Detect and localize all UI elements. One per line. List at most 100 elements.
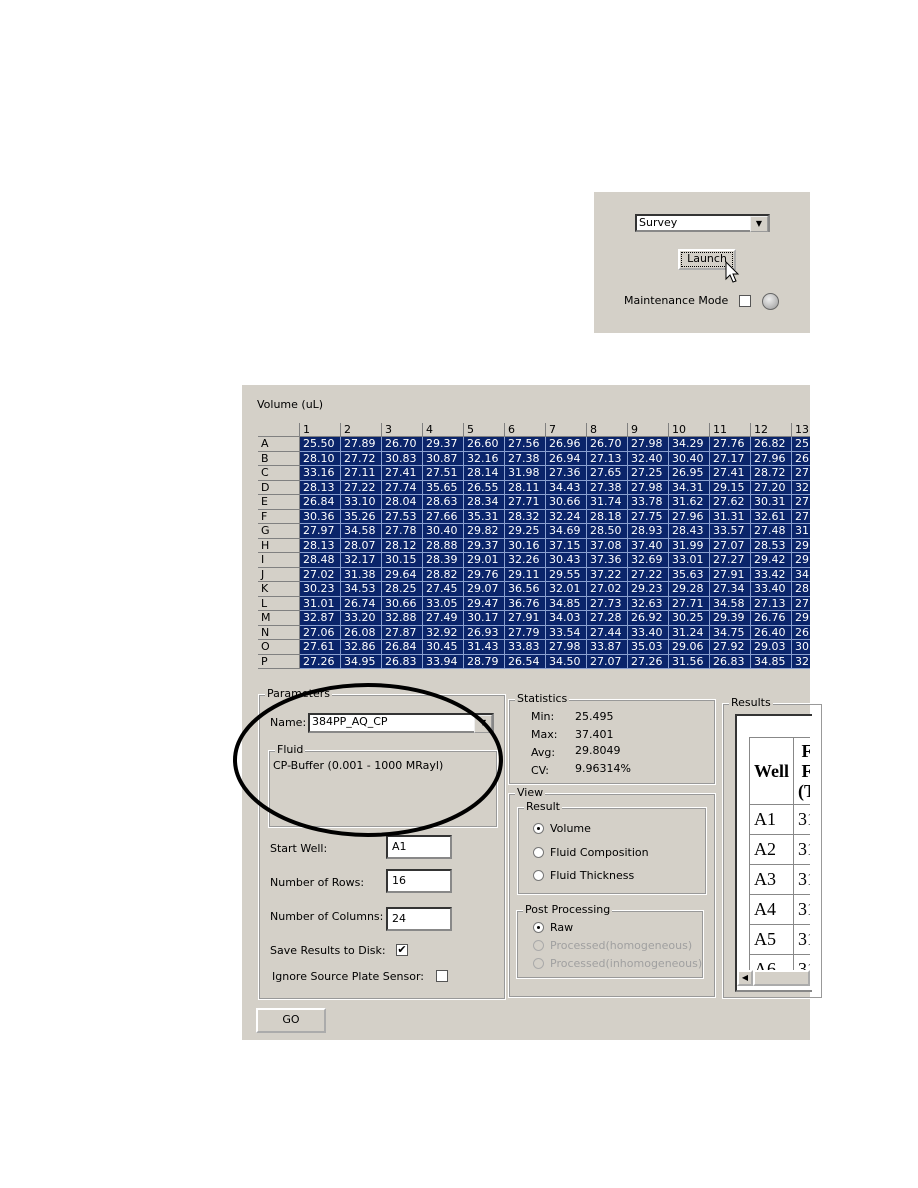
grid-cell[interactable]: 26 [792,451,810,466]
grid-cell[interactable]: 27.73 [587,596,628,611]
grid-cell[interactable]: 37.15 [546,538,587,553]
grid-cell[interactable]: 30.66 [382,596,423,611]
grid-cell[interactable]: 26.83 [382,654,423,669]
grid-cell[interactable]: 32 [792,480,810,495]
grid-cell[interactable]: 26.83 [710,654,751,669]
grid-cell[interactable]: 28.34 [464,495,505,510]
grid-cell[interactable]: 27.61 [300,640,341,655]
grid-cell[interactable]: 30.17 [464,611,505,626]
grid-cell[interactable]: 29.82 [464,524,505,539]
grid-cell[interactable]: 29 [792,553,810,568]
grid-cell[interactable]: 32.87 [300,611,341,626]
grid-cell[interactable]: 27.56 [505,437,546,452]
grid-cell[interactable]: 27.27 [710,553,751,568]
grid-cell[interactable]: 34.58 [710,596,751,611]
grid-cell[interactable]: 28.93 [628,524,669,539]
grid-cell[interactable]: 37.36 [587,553,628,568]
grid-cell[interactable]: 26.93 [464,625,505,640]
grid-cell[interactable]: 33.05 [423,596,464,611]
grid-cell[interactable]: 28.14 [464,466,505,481]
grid-cell[interactable]: 31.24 [669,625,710,640]
grid-cell[interactable]: 32.92 [423,625,464,640]
grid-cell[interactable]: 26.40 [751,625,792,640]
grid-cell[interactable]: 28.13 [300,480,341,495]
grid-cell[interactable]: 34.85 [751,654,792,669]
columns-input[interactable]: 24 [386,907,452,931]
radio-fluid-thickness[interactable] [533,870,544,881]
grid-cell[interactable]: 27.26 [300,654,341,669]
grid-cell[interactable]: 28.18 [587,509,628,524]
grid-cell[interactable]: 34.53 [341,582,382,597]
grid-cell[interactable]: 30.31 [751,495,792,510]
grid-cell[interactable]: 27.92 [710,640,751,655]
grid-cell[interactable]: 26.55 [464,480,505,495]
grid-cell[interactable]: 33.57 [710,524,751,539]
grid-cell[interactable]: 31.31 [710,509,751,524]
grid-cell[interactable]: 26.92 [628,611,669,626]
grid-cell[interactable]: 26.70 [382,437,423,452]
grid-cell[interactable]: 29.23 [628,582,669,597]
grid-cell[interactable]: 27.48 [751,524,792,539]
grid-cell[interactable]: 29.76 [464,567,505,582]
grid-cell[interactable]: 26.82 [751,437,792,452]
grid-cell[interactable]: 33.40 [751,582,792,597]
grid-cell[interactable]: 33.20 [341,611,382,626]
radio-fluid-composition[interactable] [533,847,544,858]
grid-cell[interactable]: 32.26 [505,553,546,568]
grid-cell[interactable]: 30.23 [300,582,341,597]
grid-cell[interactable]: 32.63 [628,596,669,611]
grid-cell[interactable]: 29.28 [669,582,710,597]
grid-cell[interactable]: 30.83 [382,451,423,466]
grid-cell[interactable]: 26.60 [464,437,505,452]
grid-cell[interactable]: 27.89 [341,437,382,452]
grid-cell[interactable]: 34.29 [669,437,710,452]
grid-cell[interactable]: 30.66 [546,495,587,510]
grid-cell[interactable]: 31.56 [669,654,710,669]
grid-cell[interactable]: 34.03 [546,611,587,626]
grid-cell[interactable]: 26.76 [751,611,792,626]
grid-cell[interactable]: 27.38 [505,451,546,466]
grid-cell[interactable]: 28.10 [300,451,341,466]
grid-cell[interactable]: 34.69 [546,524,587,539]
grid-cell[interactable]: 29.47 [464,596,505,611]
grid-cell[interactable]: 28.50 [587,524,628,539]
grid-cell[interactable]: 27.98 [628,480,669,495]
grid-cell[interactable]: 30.15 [382,553,423,568]
grid-cell[interactable]: 30 [792,640,810,655]
grid-cell[interactable]: 28.11 [505,480,546,495]
grid-cell[interactable]: 31.62 [669,495,710,510]
grid-cell[interactable]: 27.45 [423,582,464,597]
grid-cell[interactable]: 27.91 [505,611,546,626]
grid-cell[interactable]: 30.45 [423,640,464,655]
maintenance-mode-checkbox[interactable] [739,295,751,307]
grid-cell[interactable]: 28.32 [505,509,546,524]
grid-cell[interactable]: 28.12 [382,538,423,553]
grid-cell[interactable]: 28.07 [341,538,382,553]
grid-cell[interactable]: 32.69 [628,553,669,568]
grid-cell[interactable]: 29 [792,538,810,553]
grid-cell[interactable]: 29.07 [464,582,505,597]
grid-cell[interactable]: 32.61 [751,509,792,524]
go-button[interactable]: GO [256,1008,326,1033]
grid-cell[interactable]: 29.37 [464,538,505,553]
grid-cell[interactable]: 28.39 [423,553,464,568]
grid-cell[interactable]: 34.75 [710,625,751,640]
grid-cell[interactable]: 27.25 [628,466,669,481]
grid-cell[interactable]: 27 [792,466,810,481]
grid-cell[interactable]: 34.95 [341,654,382,669]
grid-cell[interactable]: 30.25 [669,611,710,626]
grid-cell[interactable]: 27.62 [710,495,751,510]
grid-cell[interactable]: 27.02 [587,582,628,597]
grid-cell[interactable]: 27.51 [423,466,464,481]
radio-volume[interactable] [533,823,544,834]
grid-cell[interactable]: 29.03 [751,640,792,655]
grid-cell[interactable]: 29.37 [423,437,464,452]
grid-cell[interactable]: 27.41 [382,466,423,481]
grid-cell[interactable]: 29.01 [464,553,505,568]
grid-cell[interactable]: 32.24 [546,509,587,524]
scroll-left-arrow-icon[interactable]: ◀ [737,970,753,986]
grid-cell[interactable]: 27.22 [341,480,382,495]
scrollbar-thumb[interactable] [753,970,810,986]
grid-cell[interactable]: 33.54 [546,625,587,640]
grid-cell[interactable]: 34.50 [546,654,587,669]
